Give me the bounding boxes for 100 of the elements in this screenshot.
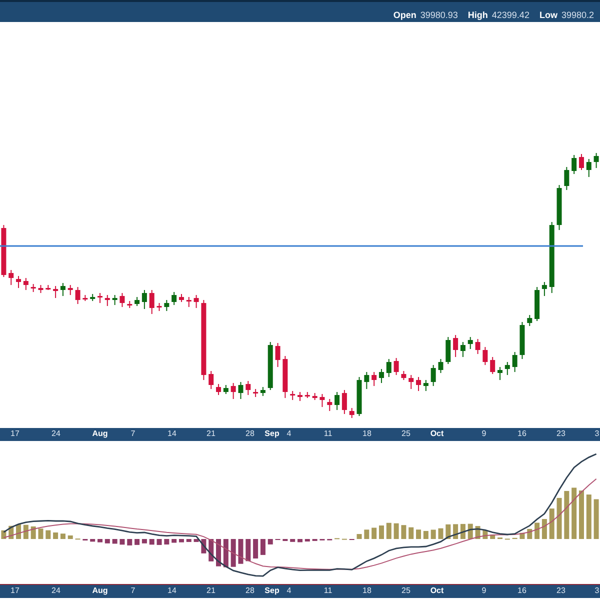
candlestick [556,184,562,230]
histogram-bar [572,488,577,539]
histogram-bar [482,530,488,539]
candlestick [320,394,325,408]
candlestick [98,292,102,304]
candlestick [82,294,88,302]
stat-label: Low [539,10,558,20]
candlestick [364,372,370,390]
axis-label: 9 [482,586,486,595]
stat-label: Open [393,10,416,20]
histogram-bar [172,539,177,543]
axis-label: 7 [130,429,136,438]
histogram-bar [164,539,170,544]
candlestick [572,154,577,174]
axis-label: 11 [324,586,332,595]
candlestick [90,294,96,302]
candlestick [527,314,532,326]
candlestick [208,370,214,390]
candlestick [460,342,466,358]
candlestick [453,334,458,358]
histogram-bar [438,528,444,539]
axis-label: 4 [286,429,292,438]
histogram-bar [16,524,22,539]
candlestick [16,276,22,288]
histogram-bar [372,528,377,539]
histogram-bar [216,539,222,566]
histogram-bar [549,508,554,539]
axis-label: 24 [52,586,60,595]
histogram-bar [290,539,296,542]
axis-label: 4 [286,586,292,595]
axis-label: 14 [168,586,176,595]
candlestick [549,222,554,294]
candlestick [282,356,288,398]
candlestick [416,376,422,392]
axis-label: Oct [430,429,444,438]
histogram-bar [298,539,302,542]
candlestick [53,286,58,298]
candlestick [253,388,258,398]
candlestick [1,224,6,278]
axis-label: 28 [246,429,254,438]
histogram-bar [430,530,436,539]
histogram-bar [238,539,244,564]
axis-label: 17 [10,586,20,595]
histogram-bar [364,530,370,539]
candlestick [120,292,125,308]
axis-label: 28 [246,586,254,595]
candlestick [520,322,525,360]
histogram-bar [208,539,214,562]
candlestick [475,338,480,354]
histogram-bar [23,524,28,539]
candlestick [260,386,266,396]
histogram-bar [386,522,392,539]
candlestick [194,294,199,308]
histogram-bar [112,539,118,544]
candlestick [142,290,147,310]
axis-label: 16 [518,586,526,595]
histogram-bar [268,539,273,544]
candlestick [134,296,140,306]
candlestick [75,286,80,304]
histogram-bar [423,530,428,539]
histogram-bar [453,524,458,539]
histogram-bar [416,530,422,539]
histogram-bar [134,539,140,545]
candlestick [46,284,51,290]
histogram-bar [460,524,466,539]
histogram-bar [378,525,384,539]
histogram-bar [223,539,228,568]
histogram-bar [394,523,399,539]
axis-label: 18 [362,429,372,438]
histogram-bar [68,535,73,539]
histogram-bar [90,539,96,542]
candlestick [498,366,502,380]
stat-value: 39980.2 [561,10,594,20]
axis-label: 25 [402,429,410,438]
histogram-bar [578,490,584,539]
histogram-bar [490,534,496,539]
candlestick [172,292,177,306]
candlestick [372,372,377,386]
candlestick [268,342,273,390]
candlestick [482,346,488,366]
candlestick [8,270,14,286]
candlestick [327,398,332,412]
axis-label: Aug [92,586,108,595]
candlestick [127,300,132,308]
histogram-bar [446,524,451,539]
histogram-bar [527,528,532,539]
candlestick [394,358,399,376]
axis-label: 25 [402,586,410,595]
candlestick [164,300,170,312]
histogram-bar [586,494,592,539]
axis-label: 21 [206,586,216,595]
candlestick [112,294,118,306]
histogram-bar [556,498,562,539]
candlestick [504,362,510,376]
histogram-bar [246,539,251,562]
candlestick [408,374,414,390]
axis-label: 18 [362,586,372,595]
histogram-bar [53,532,58,539]
histogram-bar [178,539,184,542]
histogram-bar [30,526,36,539]
